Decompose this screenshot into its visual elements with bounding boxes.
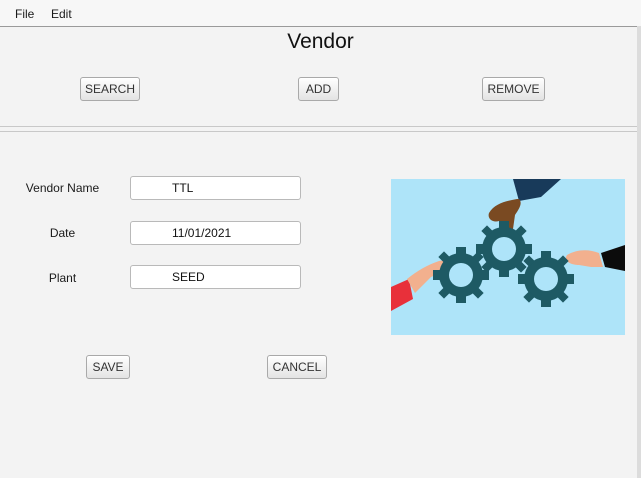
cancel-button[interactable]: CANCEL (267, 355, 327, 379)
plant-label: Plant (48, 271, 77, 285)
menu-bar: File Edit (0, 0, 641, 27)
remove-button[interactable]: REMOVE (482, 77, 545, 101)
vendor-name-field[interactable] (130, 176, 301, 200)
date-field[interactable] (130, 221, 301, 245)
vendor-name-label: Vendor Name (25, 181, 100, 195)
menu-edit[interactable]: Edit (51, 7, 72, 21)
window-edge (637, 26, 641, 478)
menu-file[interactable]: File (15, 7, 34, 21)
plant-field[interactable] (130, 265, 301, 289)
date-label: Date (49, 226, 76, 240)
section-separator (0, 126, 641, 132)
search-button[interactable]: SEARCH (80, 77, 140, 101)
save-button[interactable]: SAVE (86, 355, 130, 379)
add-button[interactable]: ADD (298, 77, 339, 101)
teamwork-gears-image (391, 179, 625, 335)
page-title: Vendor (287, 30, 354, 53)
